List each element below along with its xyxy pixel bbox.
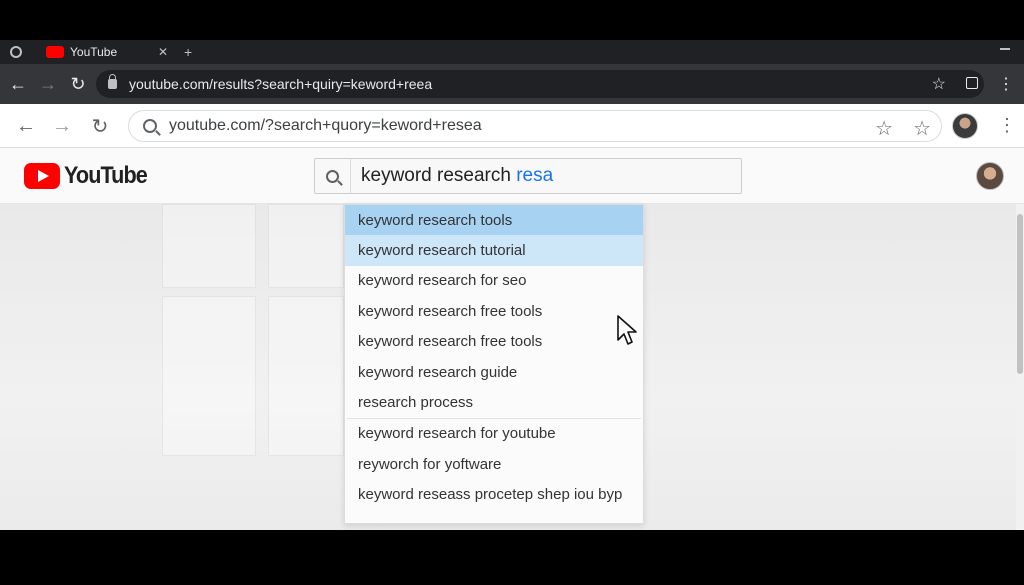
suggestion-item[interactable]: keyword research guide	[345, 357, 643, 387]
inner-forward-icon[interactable]: →	[50, 114, 74, 138]
youtube-search-input[interactable]: keyword research resa	[351, 165, 553, 187]
suggestion-item[interactable]: keyword research free tools	[345, 327, 643, 357]
close-tab-icon[interactable]: ✕	[158, 45, 168, 59]
outer-toolbar: ← → ↻ youtube.com/results?search+quiry=k…	[0, 64, 1024, 104]
youtube-account-avatar[interactable]	[976, 162, 1004, 190]
outer-url-text: youtube.com/results?search+quiry=keword+…	[129, 76, 433, 92]
scrollbar-thumb[interactable]	[1017, 214, 1023, 374]
profile-avatar[interactable]	[952, 113, 978, 139]
search-query-typed: resa	[516, 165, 554, 186]
new-tab-icon[interactable]: +	[184, 44, 192, 60]
outer-address-bar[interactable]: youtube.com/results?search+quiry=keword+…	[96, 70, 984, 98]
youtube-logo[interactable]: YouTube	[24, 162, 156, 190]
search-query-base: keyword research	[361, 165, 517, 186]
favorites-star-icon[interactable]: ☆	[913, 116, 931, 141]
youtube-search-box[interactable]: keyword research resa	[314, 158, 742, 194]
suggestion-item[interactable]: keyword research for youtube	[345, 419, 643, 449]
youtube-search-button[interactable]	[315, 159, 351, 193]
inner-back-icon[interactable]: ←	[14, 114, 38, 138]
window-pane	[268, 296, 344, 456]
outer-forward-icon[interactable]: →	[36, 72, 60, 96]
suggestion-item[interactable]: keyword research for seo	[345, 266, 643, 296]
search-suggestions-dropdown: keyword research tools keyword research …	[344, 204, 644, 524]
youtube-favicon-icon	[46, 46, 64, 58]
suggestion-item[interactable]: keyword research tutorial	[345, 235, 643, 266]
page-scrollbar[interactable]	[1016, 204, 1024, 530]
search-icon	[326, 169, 339, 183]
bookmark-star-icon[interactable]: ☆	[875, 116, 893, 141]
youtube-logo-text: YouTube	[64, 162, 148, 189]
outer-bookmark-star-icon[interactable]: ☆	[932, 74, 946, 94]
window-pane	[162, 296, 256, 456]
outer-tab-youtube[interactable]: YouTube ✕	[36, 40, 176, 64]
search-icon	[143, 119, 157, 133]
suggestion-item[interactable]: keyword research tools	[345, 205, 643, 236]
inner-reload-icon[interactable]: ↻	[88, 114, 112, 138]
suggestion-item[interactable]: keyword research free tools	[345, 296, 643, 326]
window-pane	[268, 204, 344, 288]
outer-tab-strip: YouTube ✕ +	[0, 40, 1024, 64]
mouse-cursor-icon	[617, 315, 637, 345]
youtube-play-icon	[24, 163, 60, 189]
outer-back-icon[interactable]: ←	[6, 72, 30, 96]
outer-menu-icon[interactable]: ⋮	[998, 74, 1014, 94]
window-pane	[162, 204, 256, 288]
suggestion-item[interactable]: research process	[345, 387, 643, 417]
chrome-logo-icon	[10, 46, 22, 58]
inner-address-bar[interactable]: youtube.com/?search+quory=keword+resea ☆…	[128, 110, 942, 142]
inner-url-text: youtube.com/?search+quory=keword+resea	[169, 117, 482, 134]
youtube-header: YouTube keyword research resa	[0, 148, 1024, 204]
inner-menu-icon[interactable]: ⋮	[998, 115, 1016, 136]
inner-toolbar: ← → ↻ youtube.com/?search+quory=keword+r…	[0, 104, 1024, 148]
outer-reload-icon[interactable]: ↻	[66, 72, 90, 96]
suggestion-item[interactable]: reyworch for yoftware	[345, 449, 643, 479]
outer-tab-title: YouTube	[70, 45, 118, 59]
suggestion-item[interactable]: keyword reseass procetep shep iou byp	[345, 480, 643, 510]
letterbox-bottom	[0, 530, 1024, 585]
minimize-window-icon[interactable]	[1000, 48, 1010, 50]
extension-icon[interactable]	[966, 77, 978, 89]
lock-icon	[108, 74, 117, 89]
